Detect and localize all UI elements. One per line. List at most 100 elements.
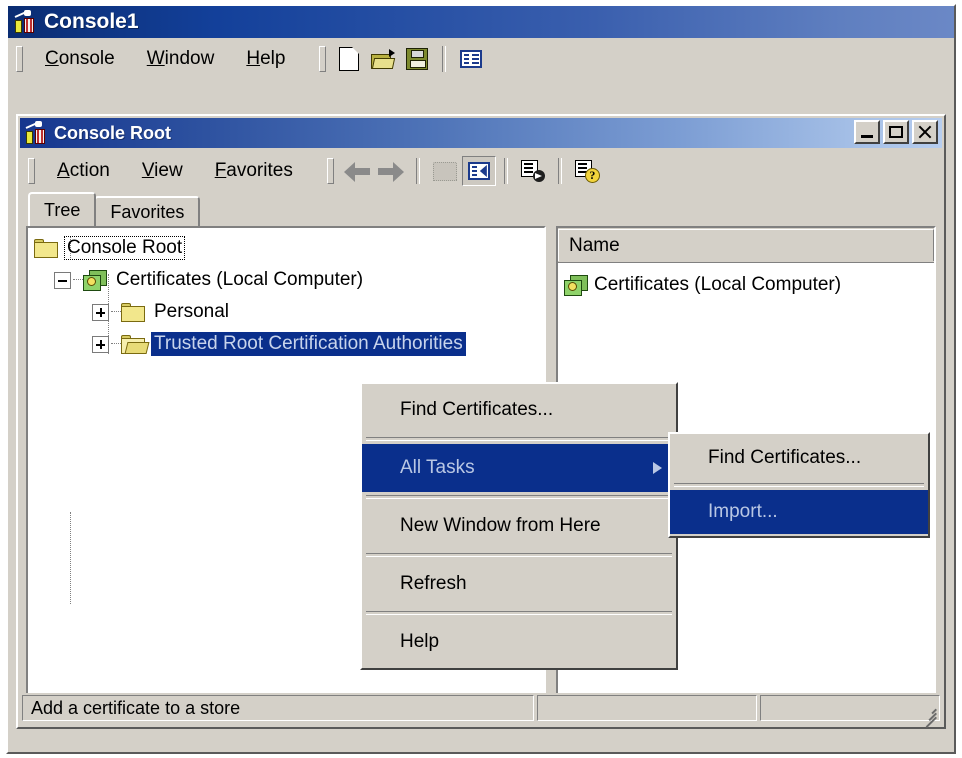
tree-connector-line xyxy=(111,311,121,313)
forward-button[interactable] xyxy=(374,156,408,186)
child-toolbar-separator-2 xyxy=(503,158,508,184)
window-controls xyxy=(854,120,938,144)
export-list-icon xyxy=(520,160,545,182)
expand-toggle-icon[interactable] xyxy=(92,303,109,321)
collapse-toggle-icon[interactable] xyxy=(54,271,71,289)
submenu-item-label: Find Certificates... xyxy=(708,447,862,468)
mmc-console-icon xyxy=(25,121,47,145)
context-menu-item-all-tasks[interactable]: All Tasks xyxy=(362,444,676,492)
help-document-icon: ? xyxy=(574,160,600,183)
menu-window[interactable]: Window xyxy=(131,45,231,73)
context-menu-separator xyxy=(366,495,672,499)
show-hide-tree-button[interactable] xyxy=(461,156,496,186)
child-toolbar-drag-grip[interactable] xyxy=(326,158,334,184)
toolbar-separator xyxy=(442,46,447,72)
context-menu-separator xyxy=(366,611,672,615)
child-window-title: Console Root xyxy=(54,122,171,143)
context-menu-item-label: Help xyxy=(400,631,440,652)
tree-item-label: Personal xyxy=(154,301,229,322)
tree-item-console-root[interactable]: Console Root xyxy=(28,232,544,264)
menu-view[interactable]: View xyxy=(126,157,199,185)
context-menu-item-label: All Tasks xyxy=(400,457,475,478)
open-folder-icon xyxy=(371,49,396,69)
status-bar: Add a certificate to a store xyxy=(22,693,940,728)
folder-open-icon xyxy=(121,334,145,354)
mmc-console-icon xyxy=(14,10,36,34)
certificate-store-icon xyxy=(83,269,107,291)
application-title: Console1 xyxy=(44,10,139,33)
tree-item-label: Console Root xyxy=(64,236,186,260)
context-submenu-all-tasks: Find Certificates... Import... xyxy=(668,432,930,538)
tree-item-certificates-local-computer[interactable]: Certificates (Local Computer) xyxy=(28,264,544,296)
back-button[interactable] xyxy=(340,156,374,186)
child-toolbar-separator-3 xyxy=(557,158,562,184)
list-header: Name xyxy=(558,228,934,263)
submenu-item-label: Import... xyxy=(708,501,778,522)
tree-pane-icon xyxy=(467,162,490,180)
submenu-item-find-certificates[interactable]: Find Certificates... xyxy=(670,436,928,480)
arrow-left-icon xyxy=(343,161,370,182)
tree-item-label: Trusted Root Certification Authorities xyxy=(151,332,466,356)
pane-tabs: Tree Favorites xyxy=(20,192,942,226)
tree-item-personal[interactable]: Personal xyxy=(28,296,544,328)
tree-connector-line xyxy=(70,512,71,604)
tree-item-label: Certificates (Local Computer) xyxy=(116,269,364,290)
tab-favorites-label: Favorites xyxy=(110,201,185,222)
new-window-button[interactable] xyxy=(454,44,488,74)
context-menu-item-label: Find Certificates... xyxy=(400,399,554,420)
context-menu-item-find-certificates[interactable]: Find Certificates... xyxy=(362,386,676,434)
arrow-right-icon xyxy=(377,161,404,182)
list-item-label: Certificates (Local Computer) xyxy=(594,274,842,295)
up-folder-icon xyxy=(432,161,457,181)
up-one-level-button[interactable] xyxy=(428,156,462,186)
close-button[interactable] xyxy=(912,120,938,144)
application-title-bar: Console1 xyxy=(8,6,954,38)
child-title-bar: Console Root xyxy=(20,118,942,148)
menu-help[interactable]: Help xyxy=(230,45,301,73)
new-console-button[interactable] xyxy=(332,44,366,74)
submenu-separator xyxy=(674,483,924,487)
status-panel-secondary xyxy=(537,695,757,721)
tab-tree[interactable]: Tree xyxy=(28,192,97,226)
tree-connector-line xyxy=(111,343,121,345)
panes-icon xyxy=(460,50,483,68)
context-menu-item-label: Refresh xyxy=(400,573,467,594)
context-menu-item-new-window-from-here[interactable]: New Window from Here xyxy=(362,502,676,550)
folder-icon xyxy=(121,302,145,322)
menu-action[interactable]: Action xyxy=(41,157,126,185)
context-menu-item-refresh[interactable]: Refresh xyxy=(362,560,676,608)
maximize-button[interactable] xyxy=(883,120,909,144)
menu-drag-grip[interactable] xyxy=(16,46,23,72)
column-header-name[interactable]: Name xyxy=(558,229,934,261)
menu-favorites[interactable]: Favorites xyxy=(199,157,309,185)
context-menu: Find Certificates... All Tasks New Windo… xyxy=(360,382,678,670)
context-menu-item-label: New Window from Here xyxy=(400,515,601,536)
resize-grip[interactable] xyxy=(921,703,937,728)
submenu-item-import[interactable]: Import... xyxy=(670,490,928,534)
tree-connector-line xyxy=(73,279,83,281)
status-message: Add a certificate to a store xyxy=(22,695,534,721)
application-menu-bar: CConsoleonsole Window Help xyxy=(8,38,954,81)
tree-item-trusted-root-certification-authorities[interactable]: Trusted Root Certification Authorities xyxy=(28,328,544,360)
menu-console[interactable]: CConsoleonsole xyxy=(29,45,131,73)
context-menu-separator xyxy=(366,437,672,441)
help-button[interactable]: ? xyxy=(570,156,604,186)
export-list-button[interactable] xyxy=(516,156,550,186)
minimize-button[interactable] xyxy=(854,120,880,144)
list-item[interactable]: Certificates (Local Computer) xyxy=(558,269,934,301)
save-floppy-icon xyxy=(406,48,429,70)
expand-toggle-icon[interactable] xyxy=(92,335,109,353)
context-menu-separator xyxy=(366,553,672,557)
open-console-button[interactable] xyxy=(366,44,400,74)
save-console-button[interactable] xyxy=(400,44,434,74)
child-menu-drag-grip[interactable] xyxy=(28,158,35,184)
status-panel-tertiary xyxy=(760,695,940,728)
tab-favorites[interactable]: Favorites xyxy=(94,196,201,226)
tab-tree-label: Tree xyxy=(44,199,81,220)
child-toolbar-separator-1 xyxy=(415,158,420,184)
new-document-icon xyxy=(339,47,360,71)
context-menu-item-help[interactable]: Help xyxy=(362,618,676,666)
toolbar-drag-grip[interactable] xyxy=(319,46,327,72)
folder-icon xyxy=(34,238,58,258)
certificate-store-icon xyxy=(564,274,588,296)
